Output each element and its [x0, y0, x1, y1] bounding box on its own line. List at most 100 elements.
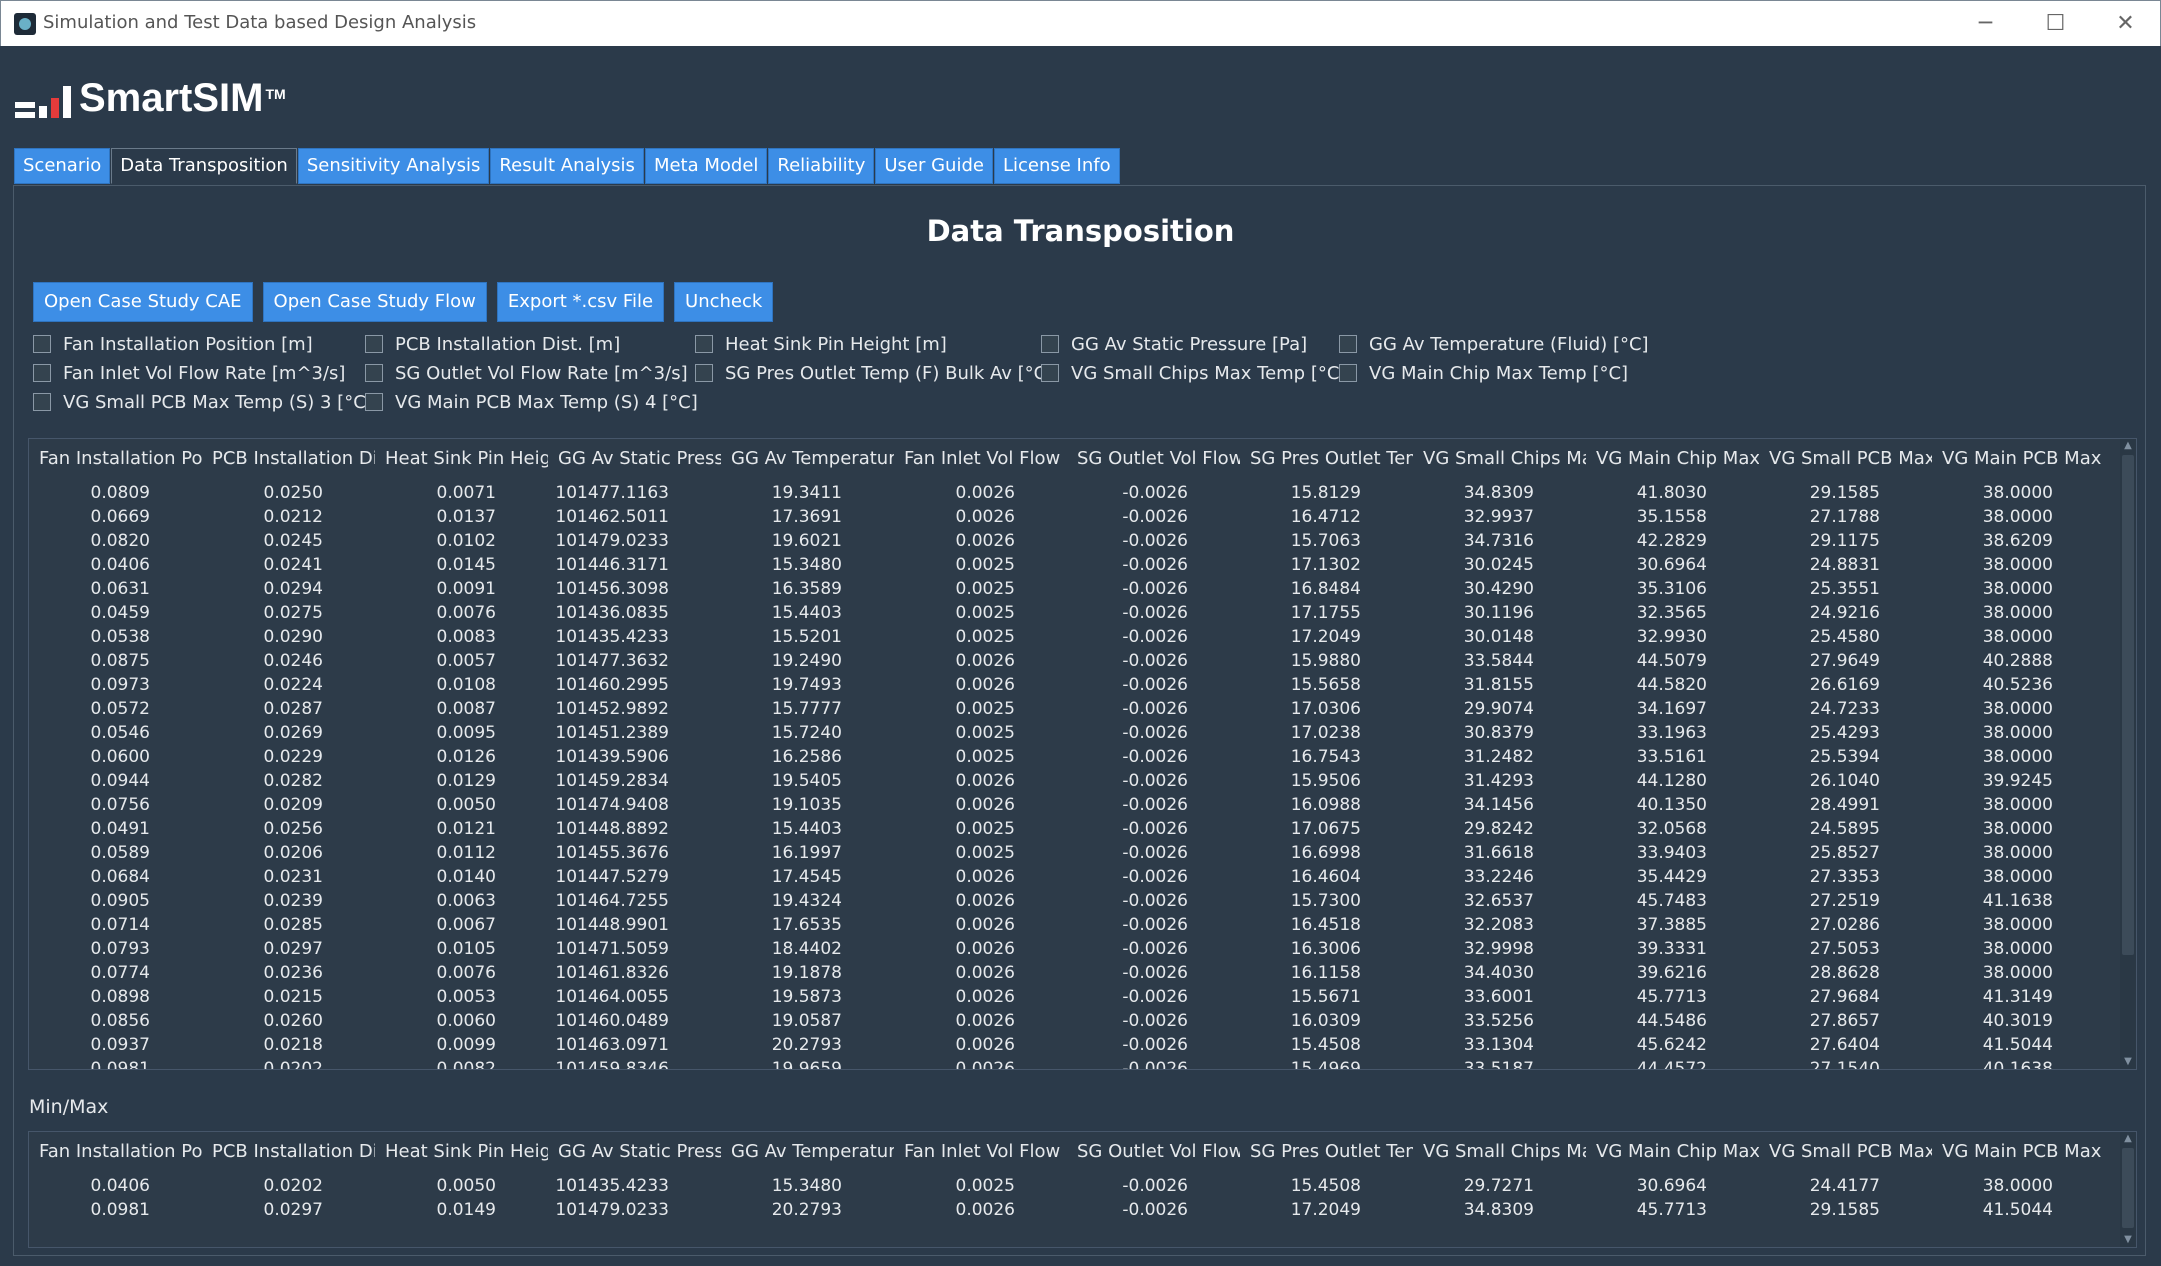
open-case-study-cae-button[interactable]: Open Case Study CAE	[33, 282, 253, 322]
column-header[interactable]: VG Main Chip Max	[1586, 439, 1759, 479]
minmax-table[interactable]: Fan Installation Pos PCB Installation Dis…	[28, 1131, 2137, 1248]
scroll-up-arrow-icon[interactable]: ▲	[2120, 1132, 2136, 1146]
table-row[interactable]: 0.0793 0.0297 0.0105 101471.5059 18.4402 0.00…	[29, 937, 2105, 961]
table-row[interactable]: 0.0820 0.0245 0.0102 101479.0233 19.6021 0.00…	[29, 529, 2105, 553]
column-header[interactable]: GG Av Temperature	[721, 439, 894, 479]
checkbox-vg-main-pcb-max-temp-s-4-c[interactable]: VG Main PCB Max Temp (S) 4 [°C]	[365, 392, 698, 416]
column-header[interactable]: VG Small PCB Max	[1759, 1132, 1932, 1172]
checkbox-vg-small-chips-max-temp-c[interactable]: VG Small Chips Max Temp [°C]	[1041, 363, 1346, 387]
checkbox-box-icon[interactable]	[695, 335, 713, 353]
tab-reliability[interactable]: Reliability	[768, 148, 875, 184]
checkbox-sg-pres-outlet-temp-f-bulk-av-c[interactable]: SG Pres Outlet Temp (F) Bulk Av [°C]	[695, 363, 1053, 387]
table-row[interactable]: 0.0756 0.0209 0.0050 101474.9408 19.1035 0.00…	[29, 793, 2105, 817]
table-row[interactable]: 0.0981 0.0202 0.0082 101459.8346 19.9659 0.00…	[29, 1057, 2105, 1069]
column-header[interactable]: Heat Sink Pin Heig	[375, 1132, 548, 1172]
tab-sensitivity-analysis[interactable]: Sensitivity Analysis	[297, 148, 490, 184]
data-table[interactable]: Fan Installation Pos PCB Installation Dis…	[28, 438, 2137, 1070]
column-header[interactable]: GG Av Static Pressu	[548, 1132, 721, 1172]
checkbox-box-icon[interactable]	[33, 335, 51, 353]
column-header[interactable]: PCB Installation Dis	[202, 1132, 375, 1172]
column-header[interactable]: GG Av Static Pressu	[548, 439, 721, 479]
column-header[interactable]: SG Pres Outlet Tem	[1240, 1132, 1413, 1172]
checkbox-vg-small-pcb-max-temp-s-3-c[interactable]: VG Small PCB Max Temp (S) 3 [°C]	[33, 392, 373, 416]
table-row[interactable]: 0.0774 0.0236 0.0076 101461.8326 19.1878 0.00…	[29, 961, 2105, 985]
table-row[interactable]: 0.0973 0.0224 0.0108 101460.2995 19.7493 0.00…	[29, 673, 2105, 697]
table-row[interactable]: 0.0631 0.0294 0.0091 101456.3098 16.3589 0.00…	[29, 577, 2105, 601]
checkbox-box-icon[interactable]	[695, 364, 713, 382]
checkbox-box-icon[interactable]	[1041, 335, 1059, 353]
checkbox-box-icon[interactable]	[1041, 364, 1059, 382]
minimize-button[interactable]: ─	[1951, 1, 2020, 46]
scrollbar-thumb[interactable]	[2122, 455, 2134, 955]
checkbox-gg-av-temperature-fluid-c[interactable]: GG Av Temperature (Fluid) [°C]	[1339, 334, 1649, 358]
table-row[interactable]: 0.0600 0.0229 0.0126 101439.5906 16.2586 0.00…	[29, 745, 2105, 769]
checkbox-box-icon[interactable]	[33, 393, 51, 411]
column-header[interactable]: Fan Installation Pos	[29, 1132, 202, 1172]
column-header[interactable]: VG Main PCB Max	[1932, 439, 2105, 479]
checkbox-box-icon[interactable]	[1339, 364, 1357, 382]
maximize-button[interactable]: ☐	[2021, 1, 2090, 46]
table-row[interactable]: 0.0714 0.0285 0.0067 101448.9901 17.6535 0.00…	[29, 913, 2105, 937]
table-row[interactable]: 0.0905 0.0239 0.0063 101464.7255 19.4324 0.00…	[29, 889, 2105, 913]
tab-data-transposition[interactable]: Data Transposition	[111, 148, 297, 184]
table-row[interactable]: 0.0944 0.0282 0.0129 101459.2834 19.5405 0.00…	[29, 769, 2105, 793]
table-row[interactable]: 0.0459 0.0275 0.0076 101436.0835 15.4403 0.00…	[29, 601, 2105, 625]
scroll-down-arrow-icon[interactable]: ▼	[2120, 1233, 2136, 1247]
table-row[interactable]: 0.0572 0.0287 0.0087 101452.9892 15.7777 0.00…	[29, 697, 2105, 721]
column-header[interactable]: SG Outlet Vol Flow	[1067, 439, 1240, 479]
column-header[interactable]: VG Main PCB Max	[1932, 1132, 2105, 1172]
tab-result-analysis[interactable]: Result Analysis	[490, 148, 644, 184]
column-header[interactable]: VG Small PCB Max	[1759, 439, 1932, 479]
column-header[interactable]: Fan Installation Pos	[29, 439, 202, 479]
uncheck-button[interactable]: Uncheck	[674, 282, 774, 322]
tab-license-info[interactable]: License Info	[993, 148, 1120, 184]
table-row[interactable]: 0.0406 0.0241 0.0145 101446.3171 15.3480 0.00…	[29, 553, 2105, 577]
checkbox-gg-av-static-pressure-pa[interactable]: GG Av Static Pressure [Pa]	[1041, 334, 1307, 358]
tab-scenario[interactable]: Scenario	[14, 148, 111, 184]
table-scrollbar[interactable]: ▲ ▼	[2120, 439, 2136, 1069]
table-row[interactable]: 0.0809 0.0250 0.0071 101477.1163 19.3411 0.00…	[29, 481, 2105, 505]
table-row[interactable]: 0.0669 0.0212 0.0137 101462.5011 17.3691 0.00…	[29, 505, 2105, 529]
table-row[interactable]: 0.0406 0.0202 0.0050 101435.4233 15.3480 0.00…	[29, 1174, 2105, 1198]
table-row[interactable]: 0.0937 0.0218 0.0099 101463.0971 20.2793 0.00…	[29, 1033, 2105, 1057]
column-header[interactable]: PCB Installation Dis	[202, 439, 375, 479]
column-header[interactable]: Fan Inlet Vol Flow I	[894, 1132, 1067, 1172]
checkbox-fan-inlet-vol-flow-rate-m-3-s[interactable]: Fan Inlet Vol Flow Rate [m^3/s]	[33, 363, 345, 387]
checkbox-box-icon[interactable]	[365, 335, 383, 353]
checkbox-sg-outlet-vol-flow-rate-m-3-s[interactable]: SG Outlet Vol Flow Rate [m^3/s]	[365, 363, 688, 387]
export-csv-button[interactable]: Export *.csv File	[496, 282, 665, 322]
column-header[interactable]: Fan Inlet Vol Flow I	[894, 439, 1067, 479]
table-row[interactable]: 0.0875 0.0246 0.0057 101477.3632 19.2490 0.00…	[29, 649, 2105, 673]
scroll-down-arrow-icon[interactable]: ▼	[2120, 1055, 2136, 1069]
table-row[interactable]: 0.0981 0.0297 0.0149 101479.0233 20.2793 0.00…	[29, 1198, 2105, 1222]
checkbox-pcb-installation-dist-m[interactable]: PCB Installation Dist. [m]	[365, 334, 620, 358]
checkbox-box-icon[interactable]	[365, 364, 383, 382]
scrollbar-thumb[interactable]	[2122, 1148, 2134, 1228]
table-row[interactable]: 0.0589 0.0206 0.0112 101455.3676 16.1997 0.00…	[29, 841, 2105, 865]
checkbox-heat-sink-pin-height-m[interactable]: Heat Sink Pin Height [m]	[695, 334, 947, 358]
column-header[interactable]: SG Outlet Vol Flow	[1067, 1132, 1240, 1172]
checkbox-box-icon[interactable]	[365, 393, 383, 411]
table-row[interactable]: 0.0898 0.0215 0.0053 101464.0055 19.5873 0.00…	[29, 985, 2105, 1009]
open-case-study-flow-button[interactable]: Open Case Study Flow	[262, 282, 487, 322]
column-header[interactable]: VG Small Chips Ma	[1413, 1132, 1586, 1172]
minmax-scrollbar[interactable]: ▲ ▼	[2120, 1132, 2136, 1247]
column-header[interactable]: GG Av Temperature	[721, 1132, 894, 1172]
tab-user-guide[interactable]: User Guide	[875, 148, 993, 184]
table-row[interactable]: 0.0546 0.0269 0.0095 101451.2389 15.7240 0.00…	[29, 721, 2105, 745]
table-row[interactable]: 0.0538 0.0290 0.0083 101435.4233 15.5201 0.00…	[29, 625, 2105, 649]
column-header[interactable]: SG Pres Outlet Tem	[1240, 439, 1413, 479]
tab-meta-model[interactable]: Meta Model	[644, 148, 768, 184]
column-header[interactable]: Heat Sink Pin Heig	[375, 439, 548, 479]
checkbox-box-icon[interactable]	[33, 364, 51, 382]
close-button[interactable]: ✕	[2091, 1, 2160, 46]
table-row[interactable]: 0.0491 0.0256 0.0121 101448.8892 15.4403 0.00…	[29, 817, 2105, 841]
column-header[interactable]: VG Small Chips Ma	[1413, 439, 1586, 479]
checkbox-fan-installation-position-m[interactable]: Fan Installation Position [m]	[33, 334, 313, 358]
table-row[interactable]: 0.0856 0.0260 0.0060 101460.0489 19.0587 0.00…	[29, 1009, 2105, 1033]
scroll-up-arrow-icon[interactable]: ▲	[2120, 439, 2136, 453]
checkbox-vg-main-chip-max-temp-c[interactable]: VG Main Chip Max Temp [°C]	[1339, 363, 1628, 387]
checkbox-box-icon[interactable]	[1339, 335, 1357, 353]
table-row[interactable]: 0.0684 0.0231 0.0140 101447.5279 17.4545 0.00…	[29, 865, 2105, 889]
column-header[interactable]: VG Main Chip Max	[1586, 1132, 1759, 1172]
